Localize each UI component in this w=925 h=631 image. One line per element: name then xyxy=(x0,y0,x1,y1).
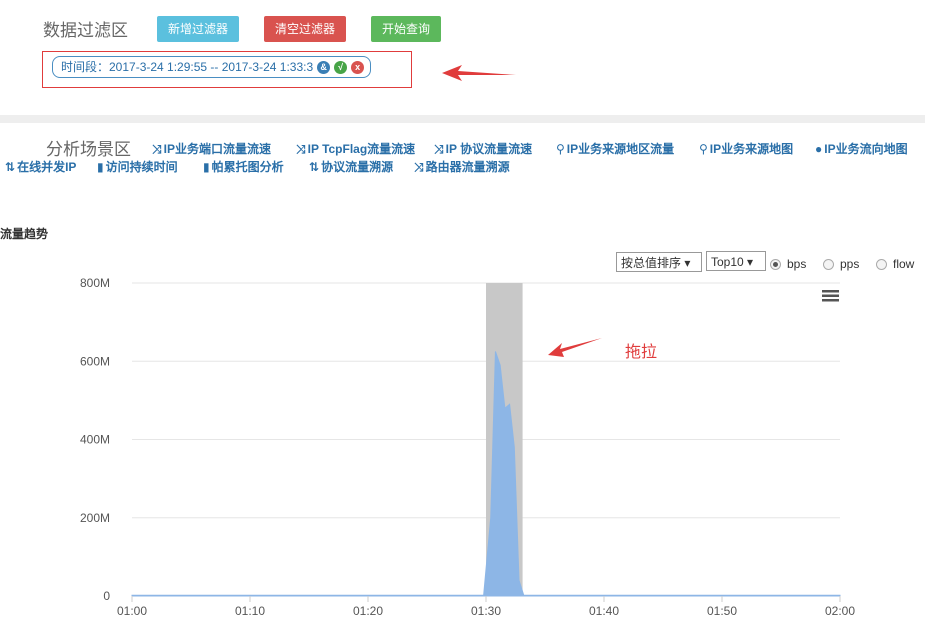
radio-unselected-icon xyxy=(823,258,834,270)
x-tick-label: 01:20 xyxy=(353,604,383,618)
check-icon[interactable]: √ xyxy=(334,60,348,74)
filter-chip-label: 时间段：2017-3-24 1:29:55 -- 2017-3-24 1:33:… xyxy=(61,60,314,74)
metric-radio-bps[interactable]: bps xyxy=(770,257,806,271)
section-divider xyxy=(0,115,925,123)
x-tick-label: 01:00 xyxy=(117,604,147,618)
scene-link-ip-tcpflag-traffic[interactable]: ⤨ IP TcpFlag流量流速 xyxy=(296,140,415,157)
bar-chart-icon: ▮ xyxy=(203,160,210,174)
scene-link-access-duration[interactable]: ▮ 访问持续时间 xyxy=(97,158,178,175)
sort-icon: ⇅ xyxy=(309,160,320,174)
chart-title: 流量趋势 xyxy=(0,227,49,241)
radio-selected-icon xyxy=(770,258,781,270)
dropdown-caret-icon: ▾ xyxy=(747,255,754,269)
y-tick-label: 0 xyxy=(103,589,110,603)
shuffle-icon: ⤨ xyxy=(296,142,306,156)
time-range-filter-chip[interactable]: 时间段：2017-3-24 1:29:55 -- 2017-3-24 1:33:… xyxy=(52,56,372,78)
scene-link-pareto-analysis[interactable]: ▮ 帕累托图分析 xyxy=(203,158,284,175)
analysis-section-title: 分析场景区 xyxy=(46,140,131,159)
metric-radio-pps[interactable]: pps xyxy=(823,257,859,271)
globe-icon: ● xyxy=(815,142,823,156)
metric-radio-flow[interactable]: flow xyxy=(876,257,914,271)
y-tick-label: 600M xyxy=(80,354,110,368)
x-tick-label: 01:10 xyxy=(235,604,265,618)
bar-chart-icon: ▮ xyxy=(97,160,104,174)
scene-link-online-concurrent-ip[interactable]: ⇅ 在线并发IP xyxy=(5,158,76,175)
x-tick-label: 01:40 xyxy=(589,604,619,618)
dropdown-caret-icon: ▾ xyxy=(684,256,691,270)
link-icon[interactable]: & xyxy=(317,60,331,74)
y-tick-label: 400M xyxy=(80,433,110,447)
y-tick-label: 200M xyxy=(80,511,110,525)
x-tick-label: 01:50 xyxy=(707,604,737,618)
scene-link-ip-port-traffic[interactable]: ⤨ IP业务端口流量流速 xyxy=(152,140,271,157)
scene-link-protocol-traceback[interactable]: ⇅ 协议流量溯源 xyxy=(309,158,393,175)
x-tick-label: 01:30 xyxy=(471,604,501,618)
shuffle-icon: ⤨ xyxy=(152,142,162,156)
top-n-select[interactable]: Top10 ▾ xyxy=(706,251,766,271)
map-marker-icon: ⚲ xyxy=(699,142,708,156)
add-filter-button[interactable]: 新增过滤器 xyxy=(157,16,240,42)
shuffle-icon: ⤨ xyxy=(414,160,424,174)
traffic-trend-chart[interactable]: 0 200M 400M 600M 800M 01:00 01:10 01:20 01:30 01:… xyxy=(0,270,925,631)
scene-link-ip-protocol-traffic[interactable]: ⤨ IP 协议流量流速 xyxy=(434,140,532,157)
drag-annotation-label: 拖拉 xyxy=(625,344,658,361)
sort-select[interactable]: 按总值排序 ▾ xyxy=(616,252,702,272)
menu-icon[interactable] xyxy=(822,289,840,303)
scene-link-ip-source-map[interactable]: ⚲ IP业务来源地图 xyxy=(699,140,793,157)
close-icon[interactable]: x xyxy=(351,60,365,74)
arrow-annotation-icon xyxy=(442,65,516,81)
x-tick-label: 02:00 xyxy=(825,604,855,618)
clear-filter-button[interactable]: 清空过滤器 xyxy=(264,16,347,42)
radio-unselected-icon xyxy=(876,258,887,270)
filter-section-title: 数据过滤区 xyxy=(43,21,128,40)
scene-link-ip-source-region-traffic[interactable]: ⚲ IP业务来源地区流量 xyxy=(556,140,674,157)
sort-icon: ⇅ xyxy=(5,160,16,174)
scene-link-router-traceback[interactable]: ⤨ 路由器流量溯源 xyxy=(414,158,510,175)
shuffle-icon: ⤨ xyxy=(434,142,444,156)
y-tick-label: 800M xyxy=(80,276,110,290)
map-marker-icon: ⚲ xyxy=(556,142,565,156)
arrow-annotation-icon xyxy=(548,338,602,357)
scene-link-ip-flow-map[interactable]: ● IP业务流向地图 xyxy=(815,140,908,157)
start-query-button[interactable]: 开始查询 xyxy=(371,16,442,42)
